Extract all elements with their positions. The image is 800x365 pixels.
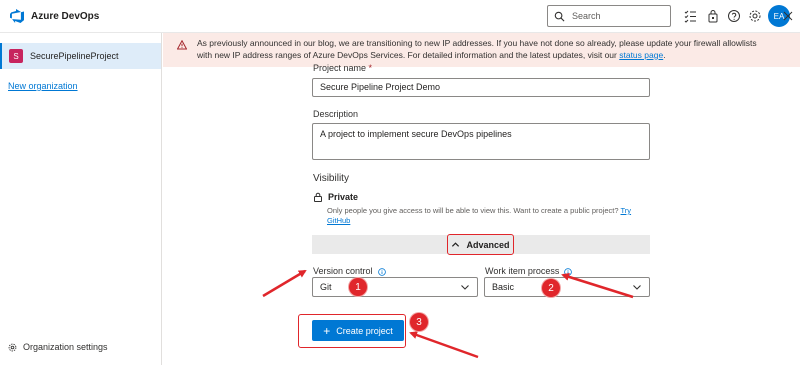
plus-icon: + bbox=[323, 323, 331, 338]
work-item-process-select[interactable]: Basic bbox=[484, 277, 650, 297]
warning-banner: As previously announced in our blog, we … bbox=[163, 33, 800, 67]
close-icon[interactable] bbox=[783, 11, 793, 21]
sidebar: S SecurePipelineProject New organization… bbox=[0, 33, 162, 365]
project-badge: S bbox=[9, 49, 23, 63]
info-icon[interactable] bbox=[564, 267, 573, 276]
gear-icon bbox=[8, 343, 17, 351]
azure-devops-logo-icon bbox=[10, 9, 24, 23]
settings-icon[interactable] bbox=[748, 9, 762, 23]
organization-settings-label: Organization settings bbox=[23, 342, 108, 352]
warning-icon bbox=[177, 40, 187, 50]
brand-name: Azure DevOps bbox=[31, 10, 100, 22]
version-control-select[interactable]: Git bbox=[312, 277, 478, 297]
annotation-arrow-3 bbox=[409, 331, 479, 359]
search-box[interactable] bbox=[547, 5, 671, 27]
status-page-link[interactable]: status page bbox=[619, 50, 663, 60]
project-name-label: Project name * bbox=[313, 63, 373, 73]
banner-message: As previously announced in our blog, we … bbox=[197, 38, 771, 61]
step-marker-1: 1 bbox=[349, 278, 367, 296]
project-name-input[interactable]: Secure Pipeline Project Demo bbox=[312, 78, 650, 97]
top-bar: Azure DevOps EA bbox=[0, 0, 800, 33]
step-marker-3: 3 bbox=[410, 313, 428, 331]
search-icon bbox=[554, 11, 565, 21]
version-control-label: Version control bbox=[313, 266, 386, 276]
organization-settings-link[interactable]: Organization settings bbox=[8, 342, 108, 352]
required-mark: * bbox=[368, 63, 373, 73]
banner-text: As previously announced in our blog, we … bbox=[197, 38, 757, 60]
description-input[interactable]: A project to implement secure DevOps pip… bbox=[312, 123, 650, 160]
visibility-option-private[interactable]: Private bbox=[313, 192, 358, 202]
visibility-heading: Visibility bbox=[313, 173, 349, 184]
brand[interactable]: Azure DevOps bbox=[9, 8, 99, 24]
shopping-bag-icon[interactable] bbox=[706, 9, 720, 23]
chevron-down-icon bbox=[633, 285, 641, 290]
chevron-down-icon bbox=[461, 285, 469, 290]
lock-icon bbox=[314, 192, 322, 202]
advanced-toggle-button[interactable]: Advanced bbox=[447, 234, 514, 255]
work-item-process-label: Work item process bbox=[485, 266, 573, 276]
description-label: Description bbox=[313, 109, 359, 119]
chevron-up-icon bbox=[452, 242, 460, 247]
visibility-value: Private bbox=[328, 192, 359, 202]
info-icon[interactable] bbox=[377, 267, 386, 276]
annotation-arrow-1 bbox=[262, 269, 307, 298]
help-icon[interactable] bbox=[727, 9, 741, 23]
step-marker-2: 2 bbox=[542, 279, 560, 297]
sidebar-item-project[interactable]: S SecurePipelineProject bbox=[0, 43, 161, 69]
version-control-value: Git bbox=[320, 282, 332, 292]
project-name: SecurePipelineProject bbox=[30, 51, 119, 61]
advanced-label: Advanced bbox=[466, 239, 510, 250]
new-organization-link[interactable]: New organization bbox=[8, 81, 78, 91]
visibility-description: Only people you give access to will be a… bbox=[327, 206, 632, 225]
task-list-icon[interactable] bbox=[683, 9, 697, 23]
create-project-button[interactable]: + Create project bbox=[312, 320, 404, 341]
search-input[interactable] bbox=[572, 11, 662, 21]
work-item-process-value: Basic bbox=[492, 282, 515, 292]
create-project-label: Create project bbox=[336, 325, 393, 336]
banner-text-end: . bbox=[663, 49, 666, 60]
